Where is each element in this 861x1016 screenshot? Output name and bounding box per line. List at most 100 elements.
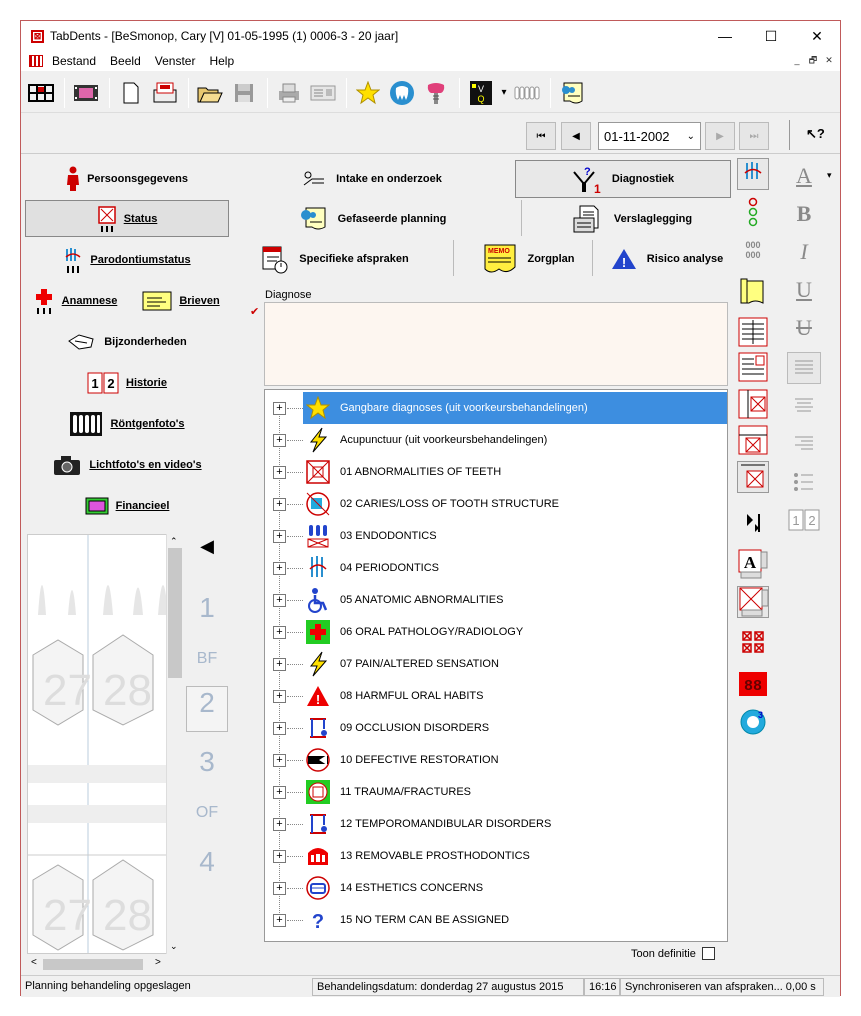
implant-icon[interactable]: [420, 77, 452, 109]
tree-item[interactable]: +10 DEFECTIVE RESTORATION: [265, 744, 727, 776]
bold-icon[interactable]: B: [787, 198, 821, 230]
tree-item[interactable]: +01 ABNORMALITIES OF TEETH: [265, 456, 727, 488]
tree-item[interactable]: +02 CARIES/LOSS OF TOOTH STRUCTURE: [265, 488, 727, 520]
dropdown-arrow-icon[interactable]: ▾: [499, 77, 509, 109]
print-icon[interactable]: [273, 77, 305, 109]
expand-plus-icon[interactable]: +: [273, 785, 286, 799]
split-view-2-icon[interactable]: [737, 424, 769, 456]
digital-display-icon[interactable]: 88: [737, 668, 769, 700]
scroll-left-icon[interactable]: <: [31, 957, 37, 968]
toon-definitie-checkbox[interactable]: [701, 947, 715, 960]
expand-plus-icon[interactable]: +: [273, 721, 286, 735]
align-left-icon[interactable]: [787, 352, 821, 384]
quadrant-2[interactable]: 2: [186, 686, 228, 732]
expand-plus-icon[interactable]: +: [273, 401, 286, 415]
appointment-icon[interactable]: [149, 77, 181, 109]
diagnose-textarea[interactable]: [264, 302, 728, 386]
menu-venster[interactable]: Venster: [148, 54, 203, 68]
tree-item[interactable]: +06 ORAL PATHOLOGY/RADIOLOGY: [265, 616, 727, 648]
numbered-list-icon[interactable]: 12: [787, 504, 821, 536]
patient-grid-icon[interactable]: [25, 77, 57, 109]
scroll-up-icon[interactable]: ⌃: [170, 536, 178, 547]
next-record-button[interactable]: ▶: [705, 122, 735, 150]
underline-icon[interactable]: U: [787, 274, 821, 306]
brieven-button[interactable]: Brieven: [131, 282, 231, 319]
expand-plus-icon[interactable]: +: [273, 881, 286, 895]
expand-plus-icon[interactable]: +: [273, 753, 286, 767]
rontgenfotos-button[interactable]: Röntgenfoto's: [25, 405, 229, 442]
strikethrough-icon[interactable]: U: [787, 312, 821, 344]
historie-button[interactable]: 12 Historie: [25, 364, 229, 401]
tree-item[interactable]: +? 15 NO TERM CAN BE ASSIGNED: [265, 904, 727, 936]
parodontiumstatus-button[interactable]: Parodontiumstatus: [25, 241, 229, 278]
expand-plus-icon[interactable]: +: [273, 561, 286, 575]
new-document-icon[interactable]: [115, 77, 147, 109]
vq-icon[interactable]: VQ: [465, 77, 497, 109]
quadrant-3[interactable]: 3: [186, 746, 228, 778]
tree-item[interactable]: +05 ANATOMIC ABNORMALITIES: [265, 584, 727, 616]
expand-plus-icon[interactable]: +: [273, 657, 286, 671]
tab-verslaglegging[interactable]: Verslaglegging: [527, 200, 737, 238]
tooth-blue-icon[interactable]: [386, 77, 418, 109]
mdi-restore-button[interactable]: 🗗: [806, 54, 820, 67]
maximize-button[interactable]: ☐: [748, 21, 794, 51]
scroll-down-icon[interactable]: ⌄: [170, 941, 178, 952]
card-icon[interactable]: [307, 77, 339, 109]
quadrant-of[interactable]: OF: [186, 804, 228, 822]
align-right-icon[interactable]: [787, 428, 821, 460]
tree-item[interactable]: +13 REMOVABLE PROSTHODONTICS: [265, 840, 727, 872]
planning-icon[interactable]: [556, 77, 588, 109]
context-help-icon[interactable]: ↖?: [806, 126, 825, 142]
italic-icon[interactable]: I: [787, 236, 821, 268]
toon-definitie-checkbox-group[interactable]: Toon definitie: [631, 947, 715, 960]
expand-plus-icon[interactable]: +: [273, 849, 286, 863]
tooth-chart-vertical-scrollbar[interactable]: ⌃ ⌄: [166, 534, 183, 954]
menu-bestand[interactable]: Bestand: [45, 54, 103, 68]
tree-item[interactable]: +14 ESTHETICS CONCERNS: [265, 872, 727, 904]
date-select[interactable]: 01-11-2002 ⌄: [598, 122, 701, 150]
tree-item[interactable]: +! 08 HARMFUL ORAL HABITS: [265, 680, 727, 712]
tab-zorgplan[interactable]: MEMO Zorgplan: [459, 240, 599, 278]
tree-item[interactable]: +07 PAIN/ALTERED SENSATION: [265, 648, 727, 680]
memo-view-icon[interactable]: [737, 276, 769, 308]
tab-diagnostiek[interactable]: ? 1 Diagnostiek: [515, 160, 731, 198]
anamnese-button[interactable]: Anamnese: [25, 282, 125, 319]
tooth-chart[interactable]: 27 28 27 28: [27, 534, 182, 954]
diagnosis-tree[interactable]: + Gangbare diagnoses (uit voorkeursbehand…: [264, 389, 728, 942]
expand-plus-icon[interactable]: +: [273, 913, 286, 927]
menu-beeld[interactable]: Beeld: [103, 54, 148, 68]
globe-3-icon[interactable]: 3: [737, 706, 769, 738]
font-color-icon[interactable]: A: [787, 160, 821, 192]
tree-item[interactable]: +03 ENDODONTICS: [265, 520, 727, 552]
list-box-icon[interactable]: [737, 351, 769, 383]
minimize-button[interactable]: —: [702, 21, 748, 51]
scroll-right-icon[interactable]: >: [155, 957, 161, 968]
align-center-icon[interactable]: [787, 390, 821, 422]
star-icon[interactable]: [352, 77, 384, 109]
tab-specifieke-afspraken[interactable]: Specifieke afspraken: [237, 240, 431, 278]
expand-plus-icon[interactable]: +: [273, 817, 286, 831]
scrollbar-thumb[interactable]: [168, 548, 182, 678]
persoonsgegevens-button[interactable]: Persoonsgegevens: [25, 160, 229, 197]
mdi-close-button[interactable]: ✕: [822, 54, 836, 67]
close-button[interactable]: ✕: [794, 21, 840, 51]
save-icon[interactable]: [228, 77, 260, 109]
film-icon[interactable]: [70, 77, 102, 109]
grid-4-icon[interactable]: [737, 626, 769, 658]
collapse-arrow-icon[interactable]: ◀: [186, 536, 228, 557]
quadrant-bf[interactable]: BF: [186, 650, 228, 668]
expand-plus-icon[interactable]: +: [273, 465, 286, 479]
previous-record-button[interactable]: ◀: [561, 122, 591, 150]
tree-item[interactable]: + Gangbare diagnoses (uit voorkeursbehand…: [273, 392, 727, 424]
quadrant-1[interactable]: 1: [186, 592, 228, 624]
tree-item[interactable]: +09 OCCLUSION DISORDERS: [265, 712, 727, 744]
first-record-button[interactable]: ⏮: [526, 122, 556, 150]
perio-view-icon[interactable]: [737, 158, 769, 190]
quadrant-4[interactable]: 4: [186, 846, 228, 878]
financieel-button[interactable]: Financieel: [25, 487, 229, 524]
tab-gefaseerde-planning[interactable]: Gefaseerde planning: [237, 200, 507, 238]
last-record-button[interactable]: ⏭: [739, 122, 769, 150]
tooth-box-icon[interactable]: [737, 461, 769, 493]
tree-item[interactable]: +04 PERIODONTICS: [265, 552, 727, 584]
tooth-resize-icon[interactable]: [737, 586, 769, 618]
